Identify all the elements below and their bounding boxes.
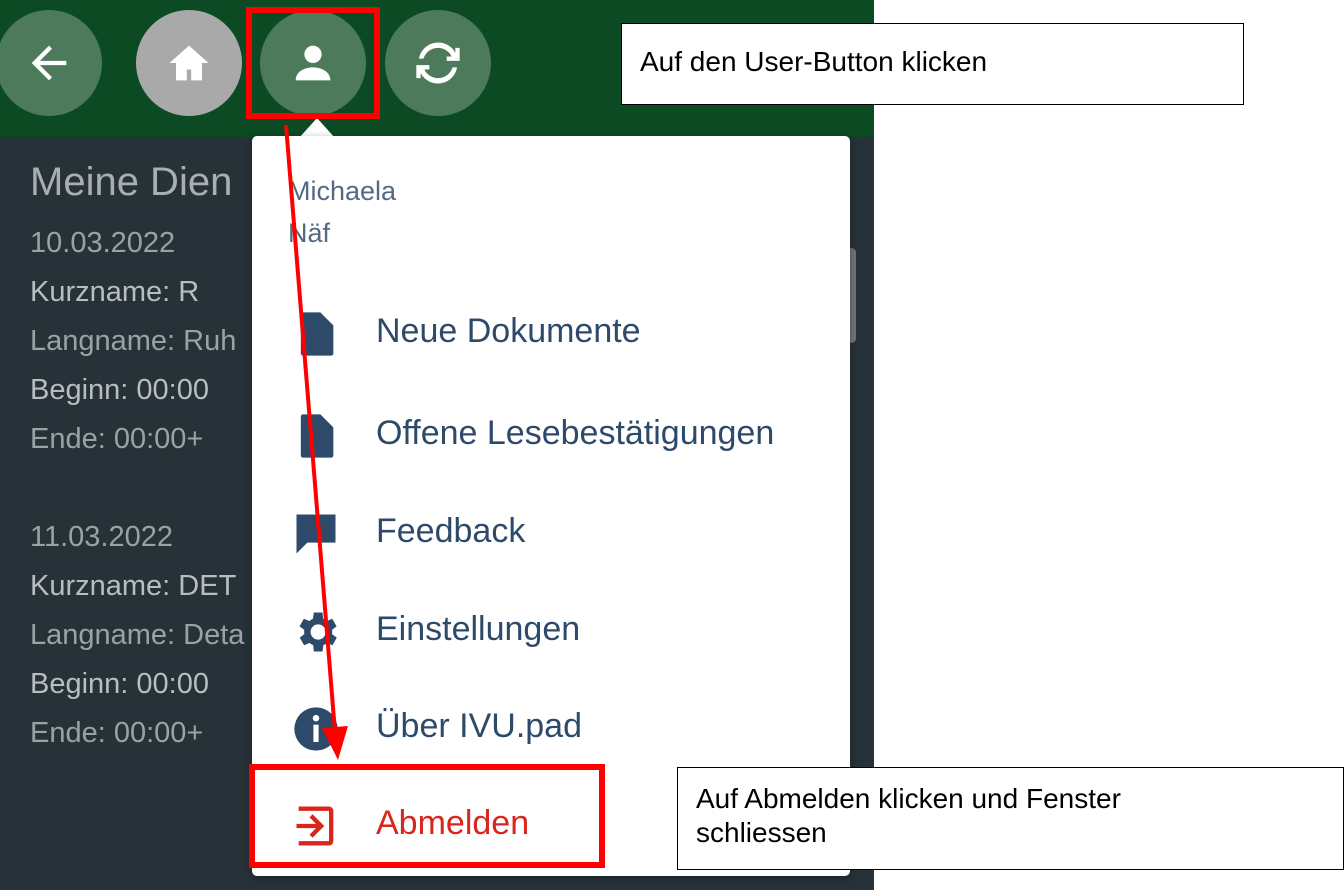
sync-button[interactable] bbox=[385, 10, 491, 116]
home-icon bbox=[169, 45, 209, 81]
duty-kurzname: Kurzname: R bbox=[30, 276, 200, 308]
menu-item-label: Offene Lesebestätigungen bbox=[376, 414, 775, 452]
user-first-name: Michaela bbox=[288, 176, 397, 206]
menu-item-label: Über IVU.pad bbox=[376, 707, 582, 745]
highlight-logout bbox=[249, 764, 605, 868]
duty-date: 11.03.2022 bbox=[30, 521, 173, 553]
menu-item-feedback[interactable]: Feedback bbox=[252, 494, 850, 574]
menu-item-about[interactable]: Über IVU.pad bbox=[252, 689, 850, 769]
duty-ende: Ende: 00:00+ bbox=[30, 423, 204, 455]
menu-item-label: Neue Dokumente bbox=[376, 312, 641, 350]
page-title: Meine Dien bbox=[30, 160, 233, 204]
duty-langname: Langname: Ruh bbox=[30, 325, 237, 357]
callout-user-text: Auf den User-Button klicken bbox=[640, 46, 988, 77]
menu-pointer bbox=[299, 118, 335, 138]
callout-logout-line2: schliessen bbox=[696, 817, 827, 848]
duty-beginn: Beginn: 00:00 bbox=[30, 374, 209, 406]
gear-icon bbox=[299, 612, 337, 652]
callout-logout-line1: Auf Abmelden klicken und Fenster bbox=[696, 783, 1121, 814]
user-last-name: Näf bbox=[288, 218, 331, 248]
duty-list: Meine Dien 10.03.2022 Kurzname: R Langna… bbox=[30, 160, 244, 758]
callout-user: Auf den User-Button klicken bbox=[621, 23, 1244, 105]
info-icon bbox=[294, 707, 338, 751]
user-name: Michaela Näf bbox=[288, 170, 396, 254]
document-icon bbox=[300, 414, 334, 458]
menu-item-label: Einstellungen bbox=[376, 610, 581, 648]
arrow-left-icon bbox=[31, 45, 67, 81]
duty-ende: Ende: 00:00+ bbox=[30, 717, 204, 749]
callout-logout: Auf Abmelden klicken und Fenster schlies… bbox=[677, 767, 1344, 870]
menu-item-settings[interactable]: Einstellungen bbox=[252, 592, 850, 672]
duty-langname: Langname: Deta bbox=[30, 619, 245, 651]
back-button[interactable] bbox=[0, 10, 102, 116]
menu-item-label: Feedback bbox=[376, 512, 526, 550]
document-icon bbox=[300, 312, 334, 356]
sync-icon bbox=[416, 42, 460, 84]
highlight-user-button bbox=[246, 7, 380, 119]
menu-item-open-confirmations[interactable]: Offene Lesebestätigungen bbox=[252, 396, 850, 476]
duty-beginn: Beginn: 00:00 bbox=[30, 668, 209, 700]
duty-kurzname: Kurzname: DET bbox=[30, 570, 237, 602]
feedback-icon bbox=[296, 514, 336, 554]
home-button[interactable] bbox=[136, 10, 242, 116]
duty-date: 10.03.2022 bbox=[30, 227, 176, 259]
menu-item-new-documents[interactable]: Neue Dokumente bbox=[252, 294, 850, 374]
